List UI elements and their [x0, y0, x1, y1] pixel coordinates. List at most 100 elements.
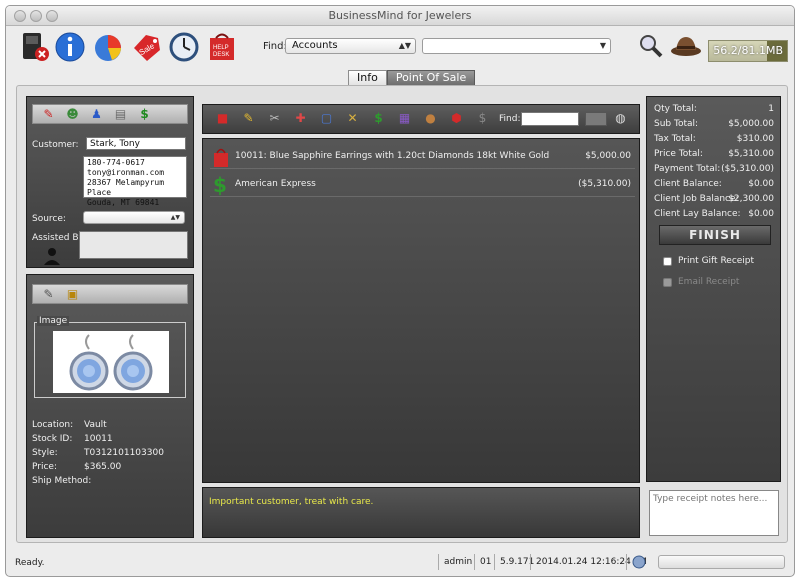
customer-notes-panel[interactable]: Important customer, treat with care.: [202, 487, 640, 538]
tax-total-value: $310.00: [736, 134, 774, 144]
ship-method-label: Ship Method:: [32, 476, 92, 486]
svg-text:HELP: HELP: [213, 45, 229, 51]
table-row[interactable]: 10011: Blue Sapphire Earrings with 1.20c…: [210, 145, 635, 169]
line-item-description: 10011: Blue Sapphire Earrings with 1.20c…: [235, 151, 550, 161]
line-item-amount: $5,000.00: [585, 151, 631, 161]
print-gift-receipt-checkbox[interactable]: [663, 257, 672, 266]
email-receipt-checkbox[interactable]: [663, 278, 672, 287]
main-toolbar: Sale HELP DESK Find: Accounts ▲▼ ▼ 56.2/81…: [6, 27, 794, 73]
client-lay-balance-value: $0.00: [748, 209, 774, 219]
receipt-notes-input[interactable]: [649, 490, 779, 536]
pos-find-input[interactable]: [521, 112, 579, 126]
sub-total-value: $5,000.00: [728, 119, 774, 129]
qty-total-value: 1: [768, 104, 774, 114]
first-aid-icon[interactable]: ✚: [293, 111, 308, 126]
magnifier-icon[interactable]: [638, 33, 664, 59]
repair-tag-icon[interactable]: ✎: [241, 111, 256, 126]
view-tabs: Info Point Of Sale: [348, 70, 476, 86]
email-receipt-label: Email Receipt: [678, 277, 740, 287]
title-bar: BusinessMind for Jewelers: [6, 6, 794, 26]
price-total-value: $5,310.00: [728, 149, 774, 159]
client-job-balance-label: Client Job Balance:: [654, 194, 739, 204]
info-icon[interactable]: [54, 30, 86, 64]
document-icon[interactable]: ▤: [113, 107, 128, 122]
stock-id-label: Stock ID:: [32, 434, 73, 444]
client-lay-balance-label: Client Lay Balance:: [654, 209, 741, 219]
price-total-label: Price Total:: [654, 149, 703, 159]
client-balance-label: Client Balance:: [654, 179, 722, 189]
customer-icon-strip: ✎ ☻ ♟ ▤ $: [32, 104, 188, 124]
location-label: Location:: [32, 420, 74, 430]
svg-text:DESK: DESK: [213, 52, 229, 58]
status-station: 01: [474, 554, 491, 570]
lock-icon[interactable]: ▢: [319, 111, 334, 126]
print-gift-receipt-label: Print Gift Receipt: [678, 256, 755, 266]
chevron-down-icon: ▼: [599, 41, 606, 50]
source-select[interactable]: ▲▼: [83, 211, 185, 224]
customer-address-box[interactable]: 180-774-0617 tony@ironman.com 28367 Mela…: [83, 156, 187, 207]
sale-tag-icon[interactable]: Sale: [130, 30, 162, 64]
person-icon[interactable]: ♟: [89, 107, 104, 122]
register-icon[interactable]: [18, 30, 50, 64]
line-items-panel: 10011: Blue Sapphire Earrings with 1.20c…: [202, 138, 640, 483]
stop-sign-icon[interactable]: ⬢: [449, 111, 464, 126]
item-icon-strip: ✎ ▣: [32, 284, 188, 304]
tab-info[interactable]: Info: [348, 70, 387, 86]
line-item-description: American Express: [235, 179, 316, 189]
dollar-icon[interactable]: $: [137, 107, 152, 122]
item-image-frame: Image: [34, 316, 186, 398]
dollar-icon[interactable]: $: [371, 111, 386, 126]
status-user: admin: [438, 554, 472, 570]
status-bar: Ready. admin 01 5.9.171 2014.01.24 12:16…: [6, 548, 794, 576]
dollar-icon: $: [213, 173, 227, 197]
edit-note-icon[interactable]: ✎: [41, 287, 56, 302]
client-job-balance-value: $2,300.00: [728, 194, 774, 204]
clock-icon[interactable]: [168, 30, 200, 64]
customer-panel: ✎ ☻ ♟ ▤ $ Customer: Stark, Tony 180-774-…: [26, 96, 194, 268]
finish-button[interactable]: FINISH: [659, 225, 771, 245]
help-desk-icon[interactable]: HELP DESK: [206, 30, 238, 64]
shopping-bag-icon[interactable]: ■: [215, 111, 230, 126]
status-version: 5.9.171: [494, 554, 534, 570]
globe-icon[interactable]: ◍: [613, 111, 628, 126]
status-text: Ready.: [15, 558, 45, 568]
scissors-icon[interactable]: ✂: [267, 111, 282, 126]
memory-usage-indicator: 56.2/81.1MB: [708, 40, 788, 62]
pos-toolbar: ■ ✎ ✂ ✚ ▢ ✕ $ ▦ ● ⬢ $ Find: ◍: [202, 104, 640, 134]
gift-icon[interactable]: ▦: [397, 111, 412, 126]
pencil-icon[interactable]: ✎: [41, 107, 56, 122]
style-value: T0312101103300: [84, 448, 164, 458]
table-row[interactable]: $ American Express ($5,310.00): [210, 173, 635, 197]
select-arrows-icon: ▲▼: [170, 214, 180, 221]
customer-name-field[interactable]: Stark, Tony: [86, 137, 186, 150]
pie-chart-icon[interactable]: [92, 30, 124, 64]
find-category-select[interactable]: Accounts ▲▼: [285, 38, 416, 54]
customer-label: Customer:: [32, 140, 79, 150]
dollar-disabled-icon[interactable]: $: [475, 111, 490, 126]
window-title: BusinessMind for Jewelers: [328, 9, 472, 22]
inventory-box-icon[interactable]: ▣: [65, 287, 80, 302]
client-balance-value: $0.00: [748, 179, 774, 189]
zoom-window-button[interactable]: [46, 10, 58, 22]
progress-bar: [658, 555, 785, 569]
status-globe-icon: [626, 554, 656, 570]
tab-point-of-sale[interactable]: Point Of Sale: [386, 70, 476, 86]
app-window: BusinessMind for Jewelers Sale HELP DESK …: [5, 5, 795, 577]
image-label: Image: [37, 316, 70, 326]
style-label: Style:: [32, 448, 58, 458]
tools-icon[interactable]: ✕: [345, 111, 360, 126]
cookie-icon[interactable]: ●: [423, 111, 438, 126]
detective-hat-icon[interactable]: [670, 33, 702, 59]
pos-find-button[interactable]: [585, 112, 607, 126]
pos-find-label: Find:: [499, 114, 521, 124]
customer-add-icon[interactable]: ☻: [65, 107, 80, 122]
location-value: Vault: [84, 420, 107, 430]
find-query-combo[interactable]: ▼: [422, 38, 611, 54]
assisted-by-box[interactable]: [79, 231, 188, 259]
price-value: $365.00: [84, 462, 122, 472]
totals-panel: Qty Total: 1 Sub Total: $5,000.00 Tax To…: [646, 96, 781, 482]
stock-id-value: 10011: [84, 434, 113, 444]
minimize-window-button[interactable]: [30, 10, 42, 22]
close-window-button[interactable]: [14, 10, 26, 22]
earrings-image: [53, 331, 169, 393]
